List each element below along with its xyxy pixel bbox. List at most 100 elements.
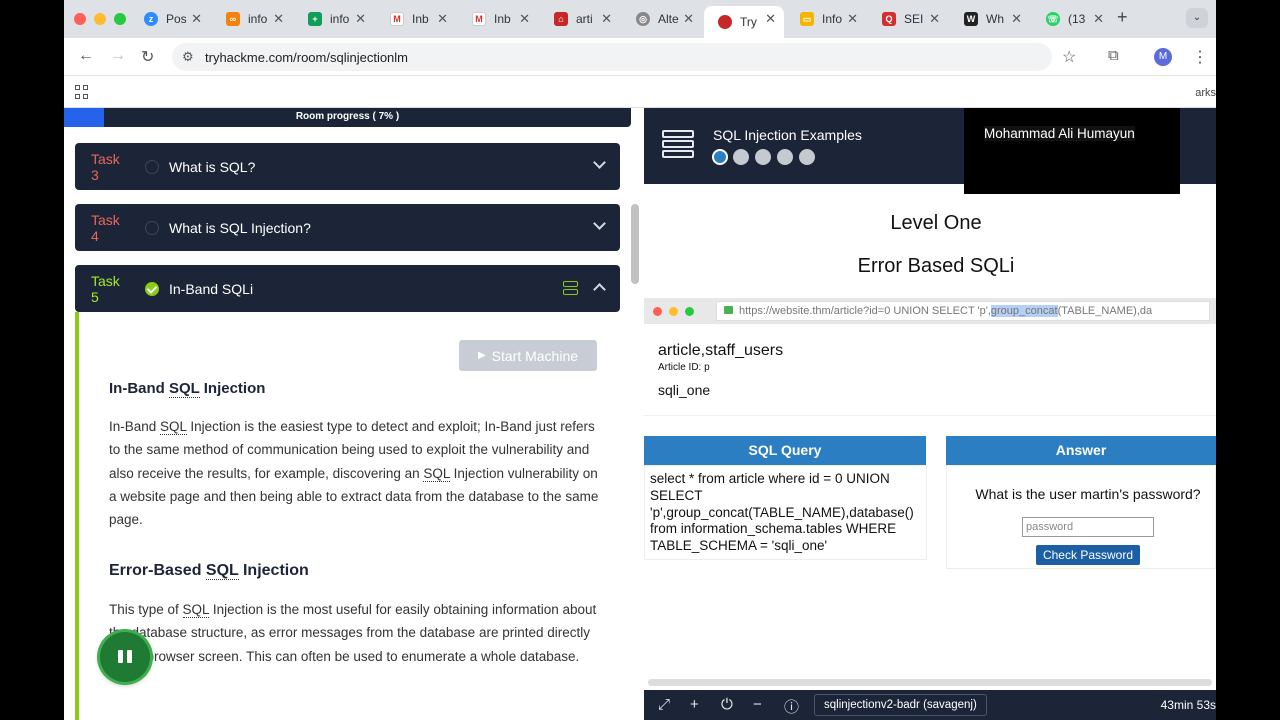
tryhackme-icon — [718, 15, 732, 29]
tab-9[interactable]: ▭ Info ✕ — [786, 6, 866, 32]
gmail-icon: M — [472, 12, 486, 26]
apps-grid-icon[interactable] — [75, 85, 89, 99]
chevron-down-icon[interactable] — [593, 156, 606, 169]
task-5-content: ▶ Start Machine In-Band SQL Injection In-… — [75, 312, 620, 720]
tab-10[interactable]: Q SEI ✕ — [868, 6, 948, 32]
close-icon[interactable]: ✕ — [437, 11, 448, 27]
tab-11[interactable]: W Wh ✕ — [950, 6, 1030, 32]
task-5-header[interactable]: Task 5 In-Band SQLi — [75, 265, 620, 312]
server-icon — [662, 130, 694, 160]
webcam-name: Mohammad Ali Humayun — [984, 126, 1135, 141]
close-icon[interactable]: ✕ — [273, 11, 284, 27]
room-progress-bar: Room progress ( 7% ) — [64, 108, 631, 127]
scrollbar-thumb[interactable] — [631, 204, 639, 284]
pause-icon — [118, 650, 123, 663]
power-icon[interactable]: ⏻ — [721, 696, 733, 713]
close-icon[interactable]: ✕ — [765, 11, 776, 27]
extensions-puzzle-icon[interactable]: ⧉ — [1108, 47, 1119, 64]
password-input[interactable]: password — [1022, 517, 1154, 537]
all-bookmarks-label[interactable]: arks — [1195, 87, 1216, 99]
mock-article-page: article,staff_users Article ID: p sqli_o… — [644, 324, 1216, 416]
heading-error-based-sql-injection: Error-Based SQL Injection — [109, 562, 309, 580]
url-text[interactable]: tryhackme.com/room/sqlinjectionlm — [205, 50, 408, 65]
tab-4[interactable]: M Inb ✕ — [376, 6, 456, 32]
close-icon[interactable]: ✕ — [355, 11, 366, 27]
new-tab-button[interactable]: + — [1117, 7, 1128, 28]
profile-avatar[interactable]: M — [1154, 48, 1172, 66]
step-dot-1[interactable] — [712, 149, 728, 165]
tab-search-chevron-icon[interactable]: ⌄ — [1186, 8, 1208, 28]
tab-5[interactable]: M Inb ✕ — [458, 6, 538, 32]
kebab-menu-icon[interactable]: ⋮ — [1192, 47, 1208, 67]
tab-2[interactable]: ∞ info ✕ — [212, 6, 292, 32]
site-settings-icon[interactable]: ⚙ — [182, 49, 194, 65]
bookmark-star-icon[interactable]: ☆ — [1062, 47, 1076, 67]
infinity-icon: ∞ — [226, 12, 240, 26]
zoom-icon: z — [144, 12, 158, 26]
task-title: What is SQL? — [169, 158, 256, 175]
mock-green-dot — [685, 307, 694, 316]
tab-6[interactable]: ⌂ arti ✕ — [540, 6, 620, 32]
vm-timer: 43min 53s — [1160, 698, 1216, 712]
vm-name-label: sqlinjectionv2-badr (savagenj) — [814, 694, 987, 716]
plus-icon[interactable]: + — [690, 696, 699, 713]
sql-query-header: SQL Query — [644, 436, 926, 465]
close-icon[interactable]: ✕ — [1011, 11, 1022, 27]
bookmarks-bar: arks — [64, 76, 1216, 108]
horizontal-scrollbar[interactable] — [648, 679, 1212, 686]
reload-icon[interactable]: ↻ — [141, 47, 154, 67]
answer-box: What is the user martin's password? pass… — [946, 465, 1216, 569]
step-dot-2[interactable] — [733, 149, 749, 165]
pause-icon — [127, 650, 132, 663]
play-icon: ▶ — [477, 350, 486, 361]
wikipedia-icon: W — [964, 12, 978, 26]
step-dot-4[interactable] — [777, 149, 793, 165]
step-dot-3[interactable] — [755, 149, 771, 165]
chevron-down-icon[interactable] — [593, 217, 606, 230]
close-icon[interactable]: ✕ — [847, 11, 858, 27]
close-icon[interactable]: ✕ — [683, 11, 694, 27]
mock-url-field[interactable]: https://website.thm/article?id=0 UNION S… — [716, 301, 1210, 321]
expand-icon[interactable]: ⤢ — [658, 696, 670, 713]
forward-arrow-icon[interactable]: → — [110, 47, 126, 65]
close-window-button[interactable] — [74, 13, 86, 25]
interactive-example-pane: SQL Injection Examples Mohammad Ali Huma… — [644, 108, 1216, 720]
article-title: article,staff_users — [658, 342, 784, 359]
gmail-icon: M — [390, 12, 404, 26]
info-icon[interactable]: ⓘ — [784, 696, 799, 717]
start-machine-button[interactable]: ▶ Start Machine — [459, 340, 597, 371]
tab-3[interactable]: + info ✕ — [294, 6, 374, 32]
mock-yellow-dot — [669, 307, 678, 316]
task-title: What is SQL Injection? — [169, 219, 311, 236]
tab-7[interactable]: ◎ Alte ✕ — [622, 6, 702, 32]
example-title: SQL Injection Examples — [713, 127, 862, 143]
chevron-up-icon[interactable] — [593, 283, 606, 296]
vm-control-bar: ⤢ + ⏻ − ⓘ sqlinjectionv2-badr (savagenj)… — [644, 690, 1216, 720]
browser-window: z Pos ✕ ∞ info ✕ + info ✕ M Inb ✕ M Inb ✕ ⌂ arti ✕ ◎… — [64, 0, 1216, 720]
task-incomplete-icon — [145, 220, 159, 235]
pause-button[interactable] — [100, 632, 150, 682]
task-4-header[interactable]: Task 4 What is SQL Injection? — [75, 204, 620, 251]
minus-icon[interactable]: − — [753, 696, 762, 713]
address-bar[interactable]: ⚙ tryhackme.com/room/sqlinjectionlm — [172, 43, 1052, 71]
tab-8-active[interactable]: Try ✕ — [704, 6, 784, 38]
maximize-window-button[interactable] — [114, 13, 126, 25]
university-icon: ⌂ — [554, 12, 568, 26]
step-dot-5[interactable] — [799, 149, 815, 165]
minimize-window-button[interactable] — [94, 13, 106, 25]
close-icon[interactable]: ✕ — [601, 11, 612, 27]
back-arrow-icon[interactable]: ← — [78, 47, 94, 65]
close-icon[interactable]: ✕ — [1093, 11, 1104, 27]
check-password-button[interactable]: Check Password — [1036, 545, 1140, 565]
close-icon[interactable]: ✕ — [191, 11, 202, 27]
article-body: sqli_one — [658, 382, 711, 398]
tab-1[interactable]: z Pos ✕ — [130, 6, 210, 32]
tab-12[interactable]: ☏ (13 ✕ — [1032, 6, 1112, 32]
whatsapp-icon: ☏ — [1046, 12, 1060, 26]
search-engine-icon: Q — [882, 12, 896, 26]
close-icon[interactable]: ✕ — [519, 11, 530, 27]
task-incomplete-icon — [145, 159, 159, 174]
heading-in-band-sql-injection: In-Band SQL Injection — [109, 380, 266, 398]
task-3-header[interactable]: Task 3 What is SQL? — [75, 143, 620, 190]
close-icon[interactable]: ✕ — [929, 11, 940, 27]
